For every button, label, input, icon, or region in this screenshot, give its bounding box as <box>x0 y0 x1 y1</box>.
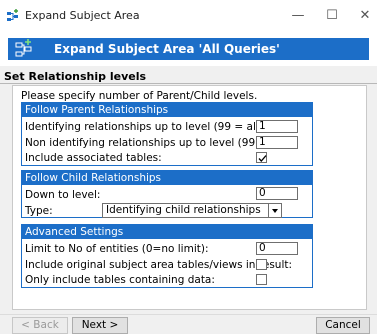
group-title: Advanced Settings <box>22 225 312 239</box>
parent-relationships-group: Follow Parent Relationships Identifying … <box>21 102 313 166</box>
only-data-label: Only include tables containing data: <box>25 274 215 286</box>
relationship-type-value: Identifying child relationships <box>106 204 261 216</box>
entity-limit-input[interactable]: 0 <box>256 242 298 255</box>
relationship-type-select[interactable]: Identifying child relationships <box>102 203 282 218</box>
close-button[interactable]: ✕ <box>355 6 375 26</box>
down-to-level-input[interactable]: 0 <box>256 187 298 200</box>
section-title: Set Relationship levels <box>4 70 147 83</box>
non-identifying-level-input[interactable]: 1 <box>256 136 298 149</box>
group-title: Follow Parent Relationships <box>22 103 312 117</box>
cancel-button[interactable]: Cancel <box>316 317 370 334</box>
identifying-level-input[interactable]: 1 <box>256 120 298 133</box>
next-button[interactable]: Next > <box>72 317 128 334</box>
title-bar: Expand Subject Area — ☐ ✕ <box>0 0 377 32</box>
subject-area-icon <box>14 39 34 59</box>
group-title: Follow Child Relationships <box>22 171 312 185</box>
wizard-header: Expand Subject Area 'All Queries' <box>0 32 377 66</box>
type-label: Type: <box>25 205 53 217</box>
include-original-label: Include original subject area tables/vie… <box>25 259 293 271</box>
child-relationships-group: Follow Child Relationships Down to level… <box>21 170 313 218</box>
divider <box>0 83 377 84</box>
entity-limit-label: Limit to No of entities (0=no limit): <box>25 243 209 255</box>
identifying-level-label: Identifying relationships up to level (9… <box>25 121 267 133</box>
back-button[interactable]: < Back <box>12 317 68 334</box>
instruction-text: Please specify number of Parent/Child le… <box>21 90 258 102</box>
include-original-checkbox[interactable] <box>256 259 267 270</box>
non-identifying-level-label: Non identifying relationships up to leve… <box>25 137 291 149</box>
checkmark-icon <box>258 155 267 162</box>
down-to-level-label: Down to level: <box>25 189 101 201</box>
associated-tables-label: Include associated tables: <box>25 152 162 164</box>
chevron-down-icon[interactable] <box>268 204 281 217</box>
divider <box>0 314 377 315</box>
header-band: Expand Subject Area 'All Queries' <box>8 38 369 60</box>
only-data-checkbox[interactable] <box>256 274 267 285</box>
subject-area-icon <box>6 9 20 23</box>
minimize-button[interactable]: — <box>288 6 308 26</box>
maximize-button[interactable]: ☐ <box>322 6 342 26</box>
content-panel: Please specify number of Parent/Child le… <box>12 85 367 310</box>
header-title: Expand Subject Area 'All Queries' <box>54 42 280 56</box>
associated-tables-checkbox[interactable] <box>256 152 267 163</box>
window-title: Expand Subject Area <box>25 9 140 22</box>
advanced-settings-group: Advanced Settings Limit to No of entitie… <box>21 224 313 288</box>
